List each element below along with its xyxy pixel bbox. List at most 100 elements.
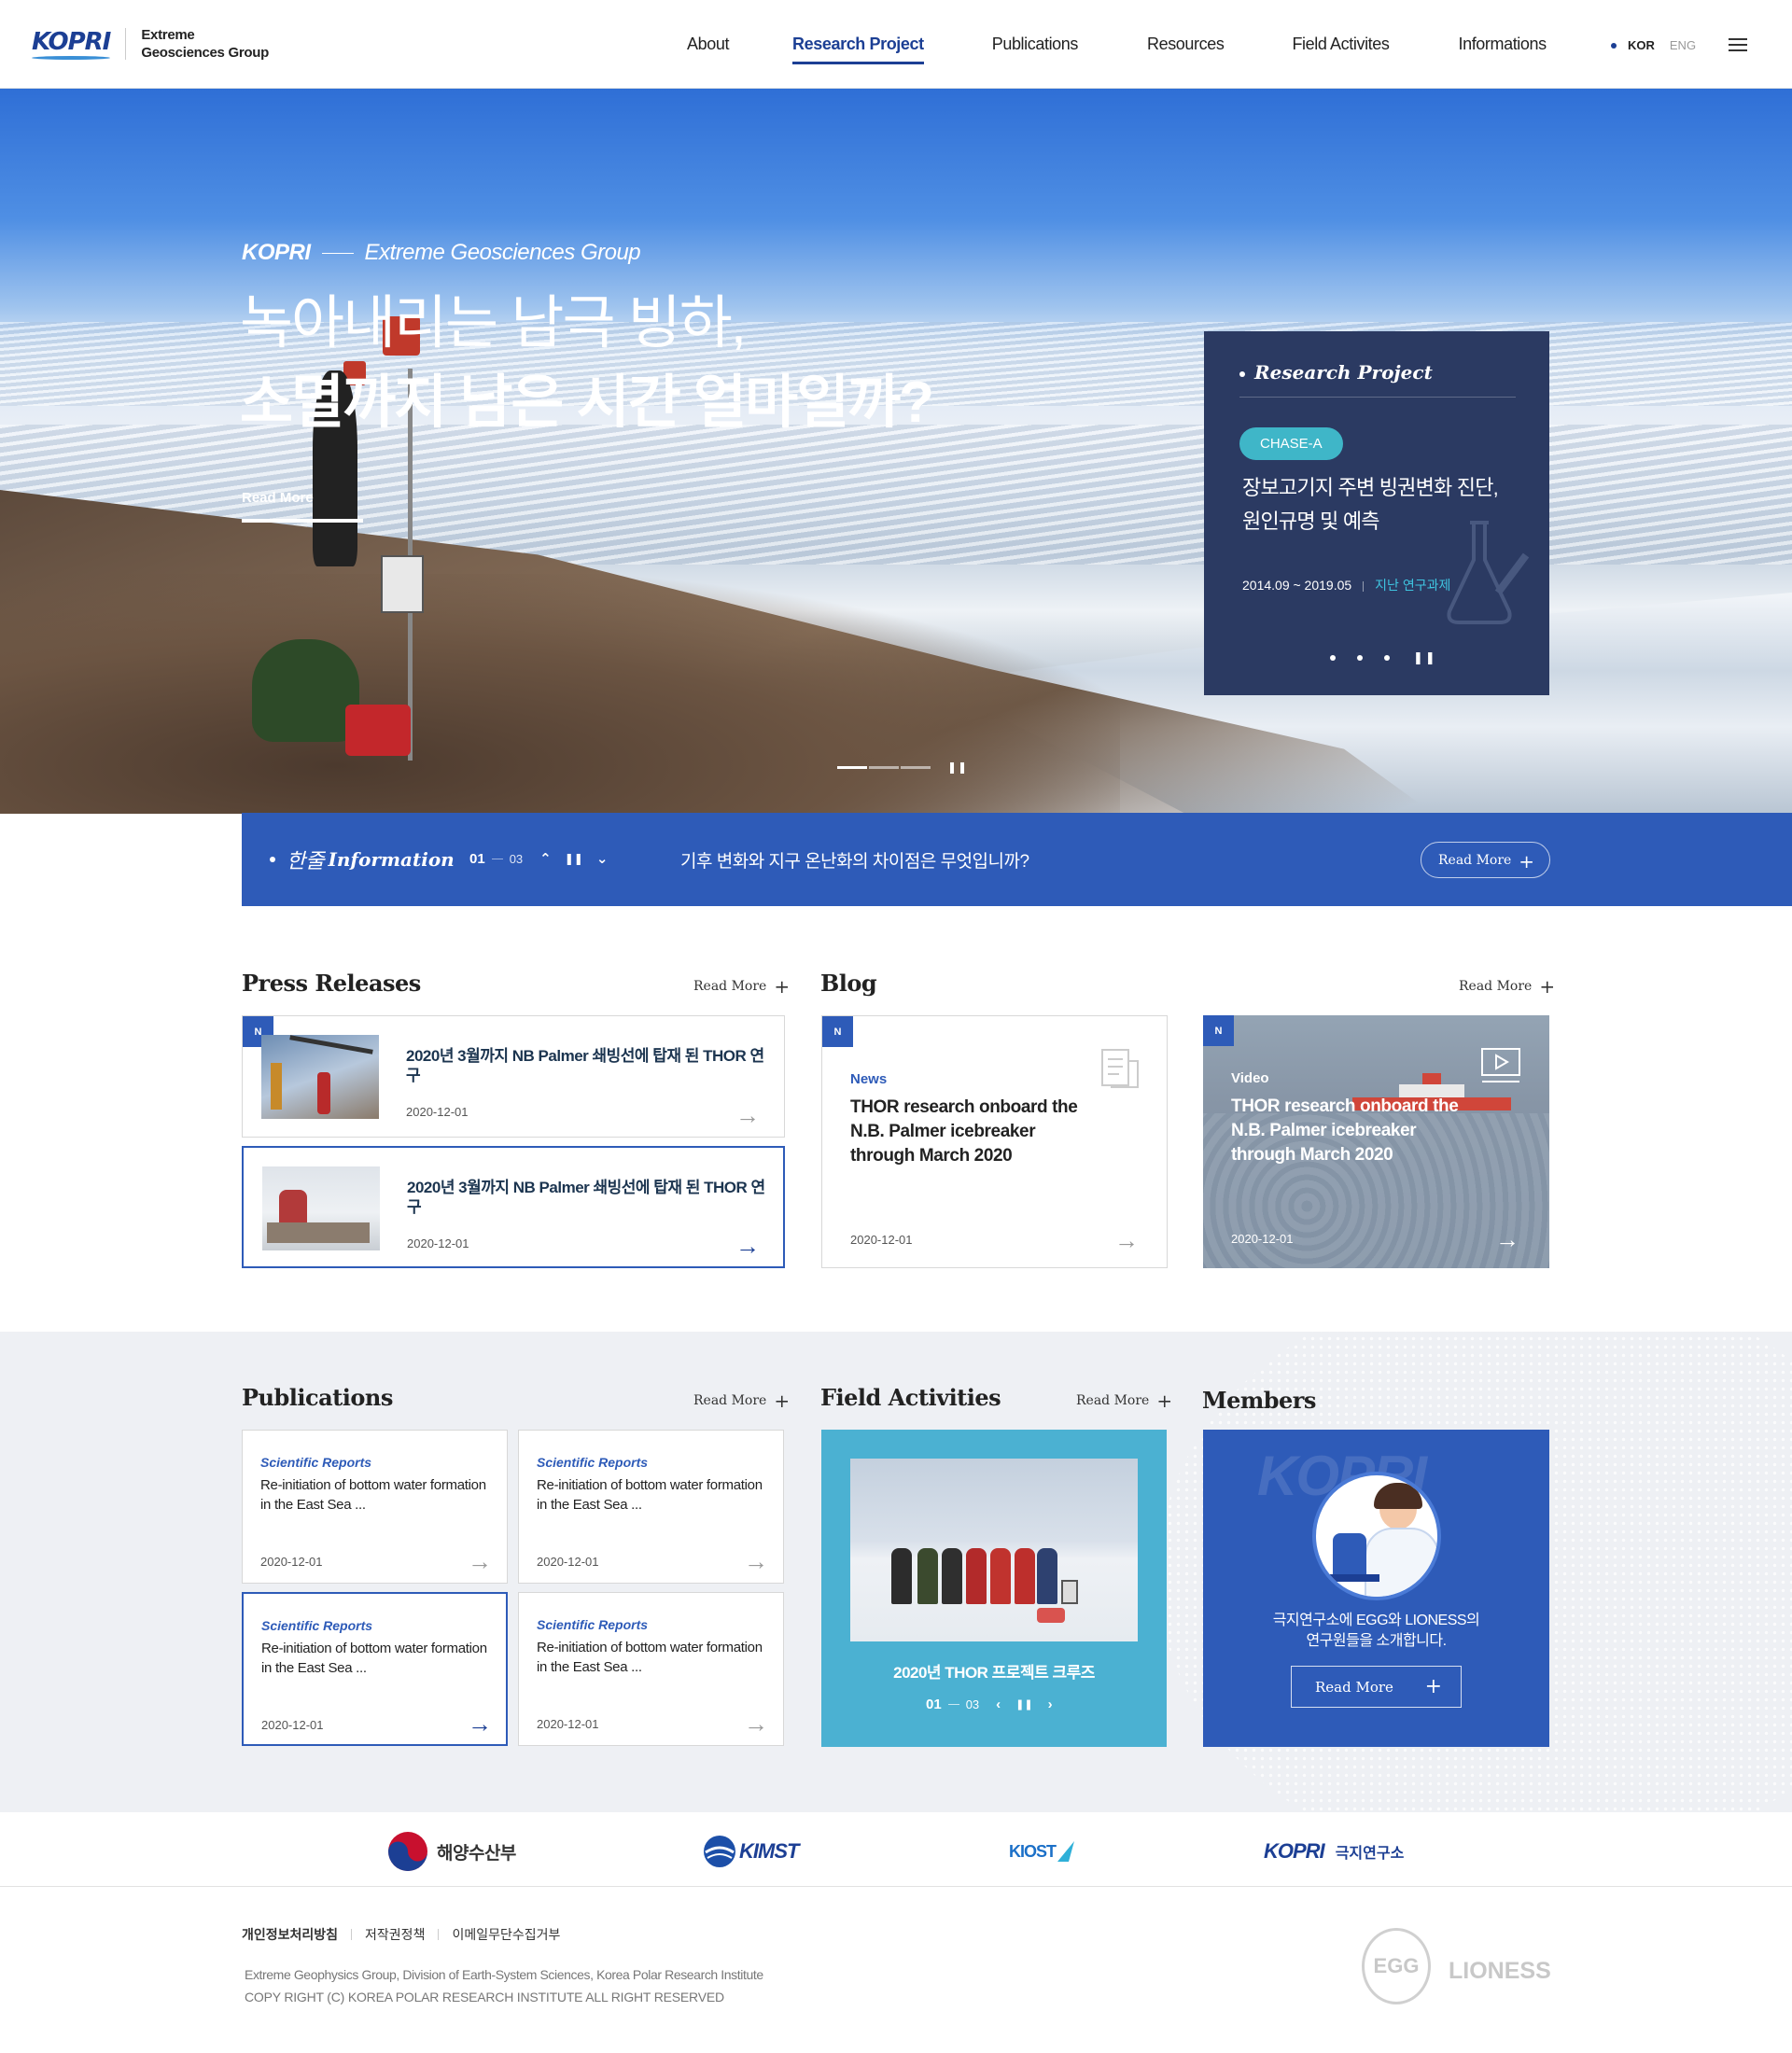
partner-mof[interactable]: 해양수산부	[386, 1832, 516, 1871]
hero-title-line1: 녹아내리는 남극 빙하,	[240, 291, 747, 356]
blog-post-title[interactable]: THOR research onboard the N.B. Palmer ic…	[1231, 1095, 1474, 1167]
publication-card[interactable]: Scientific Reports Re-initiation of bott…	[242, 1430, 508, 1584]
slide-indicator-1[interactable]	[837, 765, 867, 769]
equipment-case	[1037, 1608, 1065, 1623]
publication-card[interactable]: Scientific Reports Re-initiation of bott…	[518, 1430, 784, 1584]
publication-card[interactable]: Scientific Reports Re-initiation of bott…	[518, 1592, 784, 1746]
document-icon	[1101, 1049, 1139, 1088]
nav-about[interactable]: About	[687, 0, 729, 89]
info-label-word: Information	[328, 848, 455, 871]
blog-card-news[interactable]: N News THOR research onboard the N.B. Pa…	[821, 1015, 1168, 1268]
heading-dot	[1239, 370, 1245, 377]
arrow-right-icon[interactable]: →	[735, 1234, 760, 1258]
lioness-logo[interactable]: LIONESS	[1449, 1958, 1551, 1985]
nav-publications[interactable]: Publications	[992, 0, 1079, 89]
slide-indicator-3[interactable]	[901, 765, 931, 769]
microscope-base	[1325, 1574, 1379, 1582]
field-read-more-link[interactable]: Read More +	[1076, 1390, 1172, 1412]
chevron-left-icon[interactable]: ‹	[996, 1697, 1001, 1712]
partner-kopri[interactable]: KOPRI 극지연구소	[1264, 1833, 1404, 1870]
lang-eng[interactable]: ENG	[1670, 38, 1696, 52]
publication-title[interactable]: Re-initiation of bottom water formation …	[261, 1639, 495, 1678]
blog-card-video[interactable]: N Video THOR research onboard the N.B. P…	[1203, 1015, 1549, 1268]
chevron-up-icon[interactable]: ⌃	[539, 850, 552, 867]
blog-date: 2020-12-01	[850, 1233, 913, 1247]
nav-resources[interactable]: Resources	[1147, 0, 1225, 89]
blog-read-more-link[interactable]: Read More +	[1459, 975, 1555, 998]
arrow-right-icon[interactable]: →	[1114, 1228, 1139, 1252]
arrow-right-icon[interactable]: →	[468, 1711, 492, 1736]
scientist-crouching	[252, 639, 359, 742]
footer-email-link[interactable]: 이메일무단수집거부	[452, 1925, 560, 1944]
press-card[interactable]: N 2020년 3월까지 NB Palmer 쇄빙선에 탑재 된 THOR 연구…	[242, 1015, 785, 1138]
partner-name: KIOST	[1009, 1841, 1057, 1861]
publication-title[interactable]: Re-initiation of bottom water formation …	[260, 1475, 494, 1515]
blog-read-more-label: Read More	[1459, 979, 1533, 994]
nav-informations[interactable]: Informations	[1458, 0, 1547, 89]
blog-title: Blog	[820, 970, 877, 997]
chevron-down-icon[interactable]: ⌄	[596, 850, 609, 867]
blog-post-title[interactable]: THOR research onboard the N.B. Palmer ic…	[850, 1096, 1093, 1168]
field-photo[interactable]	[850, 1459, 1138, 1641]
info-dot	[270, 857, 275, 862]
research-dot-3[interactable]	[1384, 655, 1390, 661]
footer-copyright: COPY RIGHT (C) KOREA POLAR RESEARCH INST…	[245, 1990, 724, 2004]
publications-read-more-link[interactable]: Read More +	[693, 1390, 790, 1412]
arrow-right-icon[interactable]: →	[744, 1711, 768, 1736]
info-pause-icon[interactable]: ❚❚	[565, 852, 583, 865]
publications-title: Publications	[242, 1384, 393, 1411]
site-logo[interactable]: KOPRI Extreme Geosciences Group	[32, 26, 269, 62]
footer-copyright-link[interactable]: 저작권정책	[365, 1925, 425, 1944]
press-date: 2020-12-01	[406, 1105, 469, 1119]
hero-slide-pager: ❚❚	[837, 761, 968, 774]
press-title[interactable]: 2020년 3월까지 NB Palmer 쇄빙선에 탑재 된 THOR 연구	[407, 1178, 766, 1217]
lang-kor[interactable]: KOR	[1628, 38, 1655, 52]
research-dot-2[interactable]	[1357, 655, 1363, 661]
slide-indicator-2[interactable]	[869, 765, 899, 769]
publication-title[interactable]: Re-initiation of bottom water formation …	[537, 1638, 770, 1677]
hero-read-more-link[interactable]: Read More	[242, 490, 363, 523]
field-pager: 01 03 ‹ ❚❚ ›	[926, 1697, 1053, 1712]
press-title[interactable]: 2020년 3월까지 NB Palmer 쇄빙선에 탑재 된 THOR 연구	[406, 1046, 765, 1085]
research-pause-icon[interactable]: ❚❚	[1413, 650, 1437, 665]
publication-date: 2020-12-01	[537, 1717, 599, 1731]
research-card-pager: ❚❚	[1330, 650, 1437, 665]
language-switch: KOR ENG	[1611, 38, 1696, 52]
hamburger-menu-icon[interactable]	[1729, 38, 1747, 51]
publication-journal: Scientific Reports	[261, 1618, 373, 1633]
press-read-more-link[interactable]: Read More +	[693, 975, 790, 998]
partner-kimst[interactable]: KIMST	[702, 1833, 799, 1870]
partner-sub: 극지연구소	[1335, 1846, 1405, 1862]
kiost-wave-icon	[1057, 1841, 1075, 1862]
footer-privacy-link[interactable]: 개인정보처리방침	[242, 1925, 338, 1944]
publication-journal: Scientific Reports	[260, 1455, 372, 1470]
project-tag-badge[interactable]: CHASE-A	[1239, 427, 1343, 460]
video-icon	[1481, 1048, 1520, 1082]
equipment-case	[345, 705, 411, 756]
field-pause-icon[interactable]: ❚❚	[1015, 1698, 1032, 1711]
nav-field-activities[interactable]: Field Activites	[1292, 0, 1389, 89]
arrow-right-icon[interactable]: →	[1495, 1227, 1519, 1251]
arrow-right-icon[interactable]: →	[735, 1103, 760, 1127]
publication-date: 2020-12-01	[260, 1555, 323, 1569]
publication-card[interactable]: Scientific Reports Re-initiation of bott…	[242, 1592, 508, 1746]
info-text[interactable]: 기후 변화와 지구 온난화의 차이점은 무엇입니까?	[680, 847, 1029, 873]
arrow-right-icon[interactable]: →	[468, 1549, 492, 1573]
members-read-more-button[interactable]: Read More +	[1291, 1666, 1462, 1708]
arrow-right-icon[interactable]: →	[744, 1549, 768, 1573]
nav-research-project[interactable]: Research Project	[792, 0, 924, 89]
taegeuk-logo	[388, 1832, 427, 1871]
info-read-more-button[interactable]: Read More +	[1421, 842, 1550, 878]
partner-kiost[interactable]: KIOST	[1009, 1833, 1076, 1870]
publication-title[interactable]: Re-initiation of bottom water formation …	[537, 1475, 770, 1515]
pager-line	[947, 1704, 959, 1705]
plus-icon: +	[1539, 975, 1556, 998]
hero-pause-icon[interactable]: ❚❚	[947, 761, 968, 774]
chevron-right-icon[interactable]: ›	[1048, 1697, 1053, 1712]
research-dot-1[interactable]	[1330, 655, 1336, 661]
press-date: 2020-12-01	[407, 1236, 469, 1250]
blog-category: Video	[1231, 1070, 1269, 1086]
kicker-dash	[321, 253, 354, 255]
press-card[interactable]: 2020년 3월까지 NB Palmer 쇄빙선에 탑재 된 THOR 연구 2…	[242, 1146, 785, 1268]
egg-logo[interactable]: EGG	[1362, 1928, 1431, 2004]
